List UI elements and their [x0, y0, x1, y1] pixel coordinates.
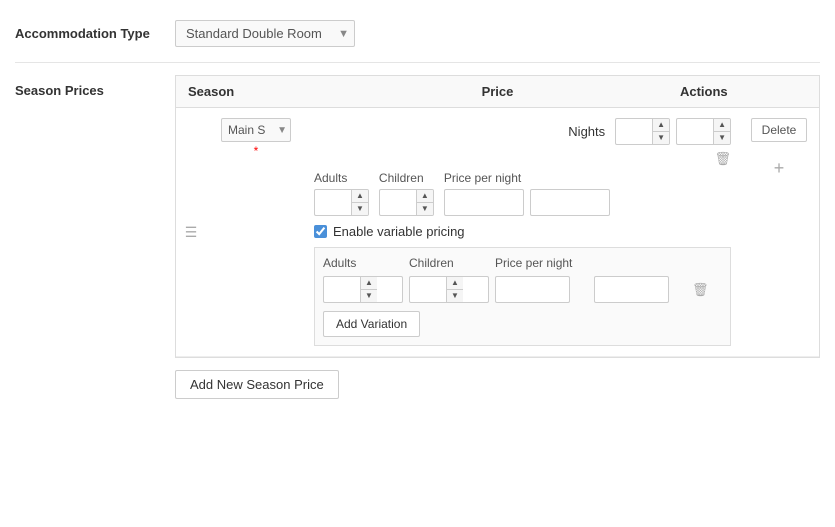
season-prices-table: Season Price Actions ☰ Main S ▼ *	[175, 75, 820, 358]
nights-label: Nights	[568, 124, 605, 139]
add-variation-button[interactable]: Add Variation	[323, 311, 420, 337]
price-input-2[interactable]: 210	[530, 189, 610, 216]
variation-section: Adults Children Price per night 1 ▲	[314, 247, 731, 346]
season-select[interactable]: Main S	[221, 118, 291, 142]
var-price-header: Price per night	[495, 256, 588, 270]
nights-delete-row: 🗑	[314, 151, 731, 167]
nights-max-spinner: 4 ▲ ▼	[676, 118, 731, 145]
var-action-header	[692, 256, 722, 270]
var-children-up-btn[interactable]: ▲	[447, 277, 463, 290]
children-group: Children 0 ▲ ▼	[379, 171, 434, 216]
children-label: Children	[379, 171, 424, 185]
var-children-header: Children	[409, 256, 489, 270]
nights-min-spinner: 1 ▲ ▼	[615, 118, 670, 145]
var-price-header-2	[594, 256, 687, 270]
accommodation-type-select[interactable]: Standard Double Room	[175, 20, 355, 47]
add-new-season-button[interactable]: Add New Season Price	[175, 370, 339, 399]
variation-row: 1 ▲ ▼ 0 ▲ ▼	[323, 276, 722, 303]
nights-max-spinner-btns: ▲ ▼	[713, 119, 730, 144]
variable-pricing-checkbox[interactable]	[314, 225, 327, 238]
children-up-btn[interactable]: ▲	[417, 190, 433, 203]
variation-header: Adults Children Price per night	[323, 256, 722, 270]
nights-min-input[interactable]: 1	[616, 120, 652, 143]
var-price-input-2[interactable]: 200	[594, 276, 669, 303]
nights-max-up-btn[interactable]: ▲	[714, 119, 730, 132]
var-price-input-1[interactable]: 200	[495, 276, 570, 303]
season-prices-content: Season Price Actions ☰ Main S ▼ *	[175, 75, 820, 399]
nights-delete-icon[interactable]: 🗑	[714, 151, 731, 167]
var-adults-down-btn[interactable]: ▼	[361, 290, 377, 302]
var-children-spinner: 0 ▲ ▼	[409, 276, 489, 303]
main-price-block: Adults 2 ▲ ▼ Children	[314, 171, 731, 216]
nights-min-down-btn[interactable]: ▼	[653, 132, 669, 144]
nights-max-down-btn[interactable]: ▼	[714, 132, 730, 144]
variable-pricing-label: Enable variable pricing	[333, 224, 465, 239]
adults-label: Adults	[314, 171, 347, 185]
nights-min-up-btn[interactable]: ▲	[653, 119, 669, 132]
nights-min-spinner-btns: ▲ ▼	[652, 119, 669, 144]
delete-season-button[interactable]: Delete	[751, 118, 808, 142]
season-select-wrapper: Main S ▼	[221, 118, 291, 142]
season-column: Main S ▼ *	[206, 108, 306, 356]
drag-handle[interactable]: ☰	[176, 108, 206, 356]
actions-col-header: Actions	[601, 84, 807, 99]
children-down-btn[interactable]: ▼	[417, 203, 433, 215]
adults-up-btn[interactable]: ▲	[352, 190, 368, 203]
var-adults-input[interactable]: 1	[324, 278, 360, 301]
price-col-header: Price	[394, 84, 600, 99]
add-col-button[interactable]: +	[774, 158, 785, 179]
adults-input[interactable]: 2	[315, 191, 351, 214]
var-adults-spinner: 1 ▲ ▼	[323, 276, 403, 303]
nights-max-input[interactable]: 4	[677, 120, 713, 143]
var-children-down-btn[interactable]: ▼	[447, 290, 463, 302]
variable-pricing-row: Enable variable pricing	[314, 224, 731, 239]
var-adults-header: Adults	[323, 256, 403, 270]
children-spinner: 0 ▲ ▼	[379, 189, 434, 216]
table-row: ☰ Main S ▼ * Nights	[176, 108, 819, 357]
adults-down-btn[interactable]: ▼	[352, 203, 368, 215]
season-prices-row: Season Prices Season Price Actions ☰ Mai…	[15, 63, 820, 411]
var-children-spinner-btns: ▲ ▼	[446, 277, 463, 302]
price-column: Nights 1 ▲ ▼ 4 ▲ ▼	[306, 108, 739, 356]
accommodation-type-select-wrapper: Standard Double Room ▼	[175, 20, 355, 47]
accommodation-type-row: Accommodation Type Standard Double Room …	[15, 10, 820, 63]
var-children-input[interactable]: 0	[410, 278, 446, 301]
nights-row: Nights 1 ▲ ▼ 4 ▲ ▼	[314, 118, 731, 145]
var-adults-spinner-btns: ▲ ▼	[360, 277, 377, 302]
adults-group: Adults 2 ▲ ▼	[314, 171, 369, 216]
accommodation-type-label: Accommodation Type	[15, 26, 175, 41]
var-delete-icon[interactable]: 🗑	[692, 282, 722, 298]
price-input-1[interactable]: 220	[444, 189, 524, 216]
price-inputs-wrapper: 220 210	[444, 189, 610, 216]
season-required-star: *	[254, 144, 259, 158]
adults-spinner: 2 ▲ ▼	[314, 189, 369, 216]
adults-spinner-btns: ▲ ▼	[351, 190, 368, 215]
season-col-header: Season	[188, 84, 394, 99]
children-input[interactable]: 0	[380, 191, 416, 214]
var-adults-up-btn[interactable]: ▲	[361, 277, 377, 290]
children-spinner-btns: ▲ ▼	[416, 190, 433, 215]
price-per-night-label: Price per night	[444, 171, 521, 185]
actions-column: Delete +	[739, 108, 819, 356]
table-header: Season Price Actions	[176, 76, 819, 108]
season-prices-label: Season Prices	[15, 75, 175, 98]
price-per-night-group: Price per night 220 210	[444, 171, 731, 216]
